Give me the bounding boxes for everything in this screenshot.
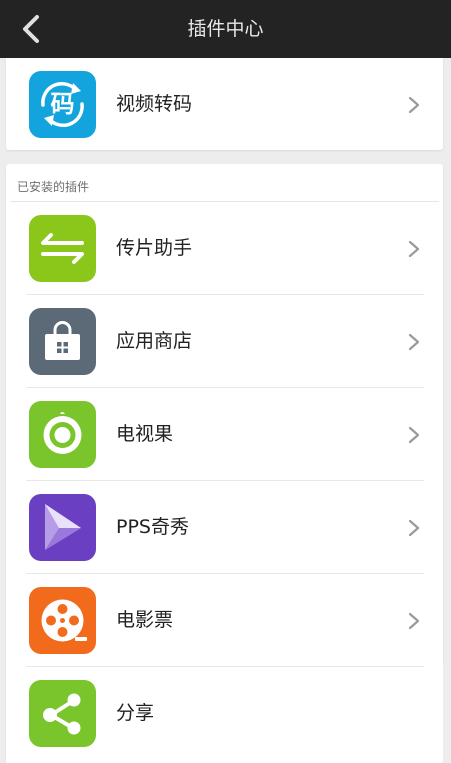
chevron-right-icon <box>408 426 420 444</box>
featured-plugin-card: 码 视频转码 <box>6 58 443 150</box>
plugin-label: PPS奇秀 <box>116 516 189 538</box>
chevron-right-icon <box>408 96 420 114</box>
transfer-arrows-icon <box>29 215 96 282</box>
plugin-item-pps-qixiu[interactable]: PPS奇秀 <box>26 481 424 574</box>
background-strip <box>443 666 451 763</box>
shopping-bag-icon <box>29 308 96 375</box>
plugin-item-app-store[interactable]: 应用商店 <box>26 295 424 388</box>
plugin-label: 分享 <box>116 702 155 724</box>
plugin-item-video-transcode[interactable]: 码 视频转码 <box>26 58 424 151</box>
chevron-right-icon <box>408 612 420 630</box>
video-transcode-icon: 码 <box>29 71 96 138</box>
plugin-label: 电影票 <box>116 609 174 631</box>
plugin-label: 视频转码 <box>116 93 193 115</box>
paper-plane-icon <box>29 494 96 561</box>
film-reel-icon <box>29 587 96 654</box>
plugin-item-movie-ticket[interactable]: 电影票 <box>26 574 424 667</box>
plugin-item-file-transfer[interactable]: 传片助手 <box>26 202 424 295</box>
section-title: 已安装的插件 <box>17 180 90 194</box>
plugin-label: 应用商店 <box>116 330 193 352</box>
plugin-label: 电视果 <box>116 423 174 445</box>
plugin-item-share[interactable]: 分享 <box>26 667 424 760</box>
page-title: 插件中心 <box>187 18 264 40</box>
chevron-right-icon <box>408 519 420 537</box>
target-circle-icon <box>29 401 96 468</box>
plugin-label: 传片助手 <box>116 237 193 259</box>
title-bar: 插件中心 <box>0 0 451 58</box>
installed-plugins-card: 已安装的插件 传片助手 应用商店 电视果 PPS奇秀 电影票 分享 <box>6 164 443 763</box>
plugin-item-tv-fruit[interactable]: 电视果 <box>26 388 424 481</box>
transcode-icon-glyph: 码 <box>50 90 75 118</box>
chevron-right-icon <box>408 240 420 258</box>
chevron-right-icon <box>408 333 420 351</box>
share-icon <box>29 680 96 747</box>
